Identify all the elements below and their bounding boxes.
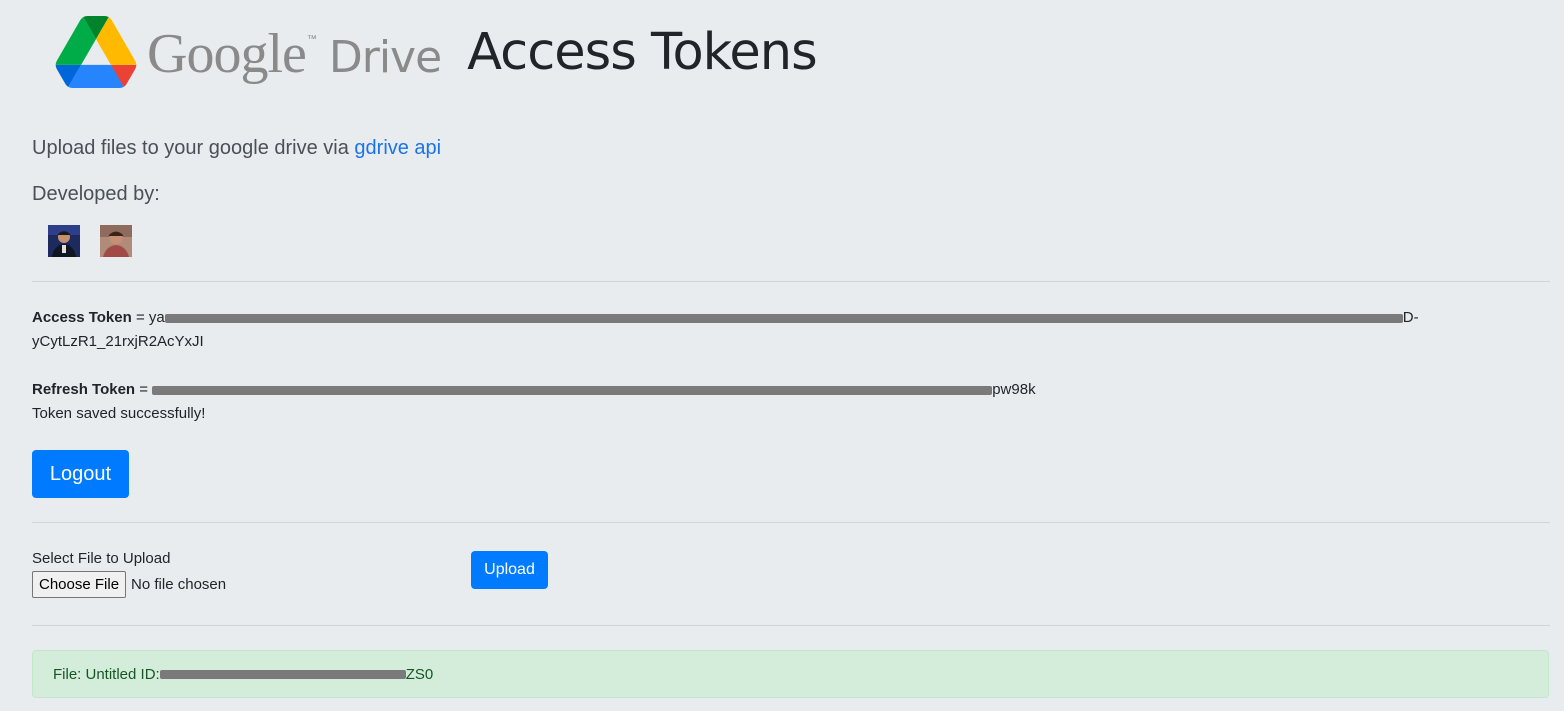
file-info-prefix: File: Untitled ID: [53, 665, 160, 683]
divider [32, 281, 1550, 282]
page-title: Access Tokens [467, 22, 817, 82]
upload-success-alert: File: Untitled ID: ZS0 [32, 650, 1549, 698]
developed-by-label: Developed by: [32, 183, 160, 205]
upload-button[interactable]: Upload [471, 551, 548, 589]
developer-avatars [48, 225, 152, 257]
divider [32, 522, 1550, 523]
refresh-token-redaction [152, 385, 993, 395]
gdrive-api-link[interactable]: gdrive api [354, 137, 441, 159]
refresh-token-tail: pw98k [992, 381, 1036, 398]
access-token-tail: D- [1402, 309, 1419, 326]
logout-button[interactable]: Logout [32, 450, 129, 498]
wordmark-tm: ™ [306, 34, 317, 45]
access-token-line: Access Token = ya D- [32, 306, 1419, 330]
choose-file-button[interactable]: Choose File [32, 571, 127, 598]
intro-label: Upload files to your google drive via [32, 137, 355, 159]
header: Google ™ Drive Access Tokens [55, 10, 818, 94]
google-drive-logo-icon [55, 16, 137, 88]
wordmark-drive: Drive [328, 32, 442, 83]
divider [32, 625, 1550, 626]
google-drive-wordmark: Google ™ Drive [147, 22, 442, 86]
file-input[interactable]: Choose File No file chosen [32, 571, 226, 598]
file-id-redaction [159, 669, 406, 679]
access-token-redaction [164, 313, 1403, 323]
developer-avatar-2[interactable] [100, 225, 132, 257]
access-token-prefix: ya [148, 309, 165, 326]
page: Google ™ Drive Access Tokens Upload file… [0, 0, 1564, 711]
file-status: No file chosen [131, 576, 227, 593]
developer-avatar-1[interactable] [48, 225, 80, 257]
file-id-tail: ZS0 [405, 665, 434, 683]
access-token-equals: = [131, 309, 149, 326]
refresh-token-label: Refresh Token [32, 381, 136, 398]
access-token-label: Access Token [32, 309, 132, 326]
upload-label: Select File to Upload [32, 550, 171, 567]
access-token-continuation: yCytLzR1_21rxjR2AcYxJI [32, 333, 204, 350]
refresh-token-line: Refresh Token = pw98k [32, 378, 1036, 402]
intro-text: Upload files to your google drive via gd… [32, 137, 441, 160]
refresh-token-equals: = [135, 381, 153, 398]
token-saved-message: Token saved successfully! [32, 405, 206, 422]
wordmark-google: Google [147, 23, 307, 85]
